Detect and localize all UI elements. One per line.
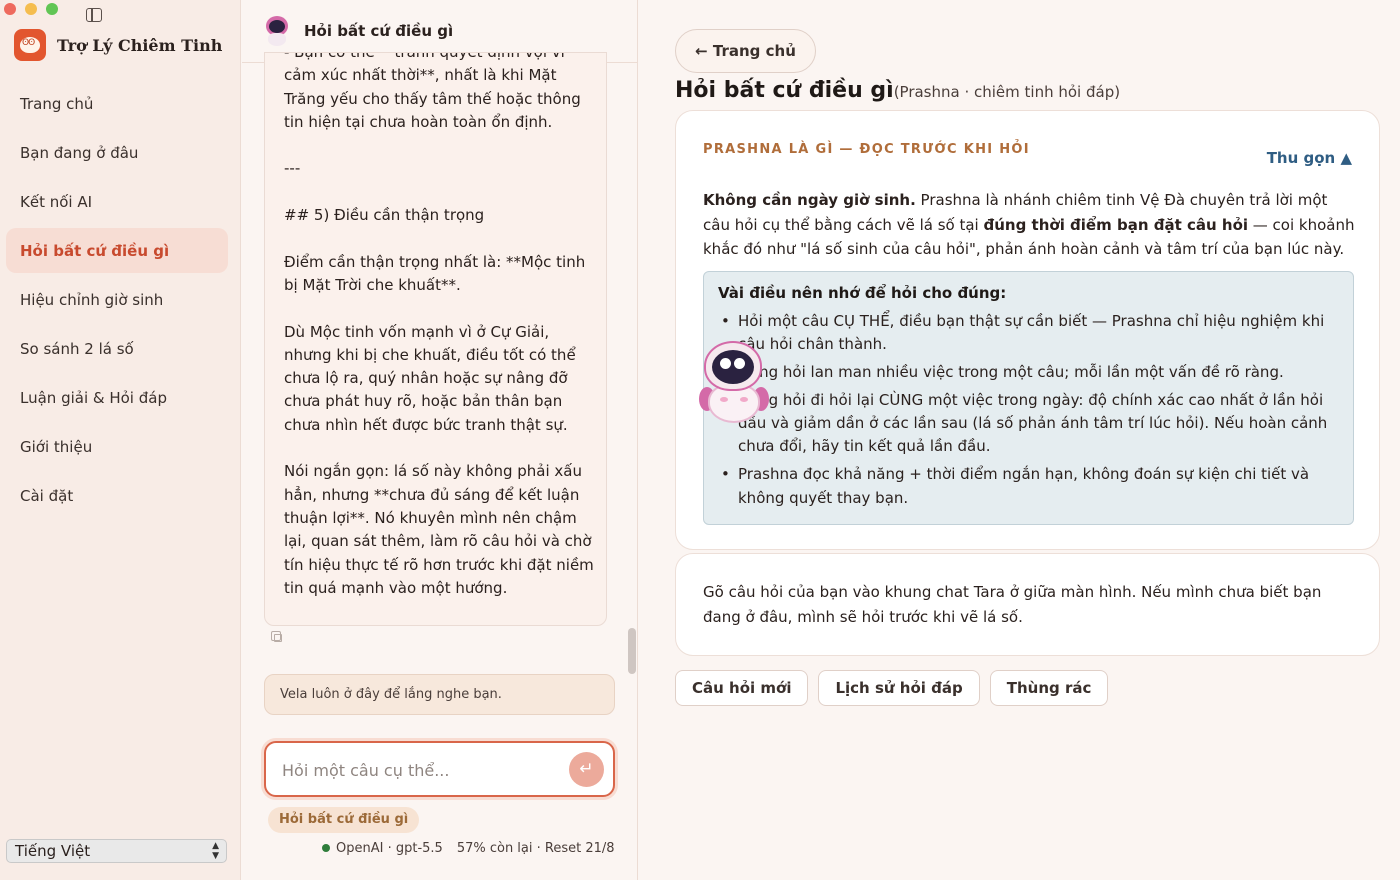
- sidebar-item-birth-time-rectification[interactable]: Hiệu chỉnh giờ sinh: [6, 277, 228, 322]
- hint-text: Gõ câu hỏi của bạn vào khung chat Tara ở…: [703, 583, 1322, 626]
- updown-chevron-icon: ▲ ▼: [212, 841, 219, 861]
- copy-icon[interactable]: [271, 631, 282, 642]
- tips-title: Vài điều nên nhớ để hỏi cho đúng:: [718, 284, 1007, 302]
- list-item: Đừng hỏi đi hỏi lại CÙNG một việc trong …: [718, 389, 1338, 459]
- sidebar-item-connect-ai[interactable]: Kết nối AI: [6, 179, 228, 224]
- new-question-button[interactable]: Câu hỏi mới: [675, 670, 809, 706]
- chat-title: Hỏi bất cứ điều gì: [304, 22, 454, 40]
- language-value: Tiếng Việt: [15, 842, 91, 860]
- tips-list: Hỏi một câu CỤ THỂ, điều bạn thật sự cần…: [718, 310, 1338, 514]
- floating-mascot-icon[interactable]: [698, 335, 770, 427]
- qa-history-button[interactable]: Lịch sử hỏi đáp: [818, 670, 980, 706]
- page-title-text: Hỏi bất cứ điều gì: [675, 78, 894, 103]
- page-title: Hỏi bất cứ điều gì (Prashna · chiêm tinh…: [675, 78, 1120, 103]
- page-subtitle: (Prashna · chiêm tinh hỏi đáp): [893, 83, 1121, 101]
- list-item: Prashna đọc khả năng + thời điểm ngắn hạ…: [718, 463, 1338, 510]
- intro-text: Không cần ngày giờ sinh. Prashna là nhán…: [703, 191, 1355, 258]
- owl-logo-icon: [14, 29, 46, 61]
- assistant-message-text: - Bạn có thể **tránh quyết định vội vì c…: [284, 52, 594, 597]
- main-pane: ← Trang chủ Hỏi bất cứ điều gì (Prashna …: [639, 0, 1400, 880]
- minimize-window-button[interactable]: [25, 3, 37, 15]
- online-dot-icon: [322, 844, 330, 852]
- quota-info: 57% còn lại · Reset 21/8: [456, 841, 615, 856]
- prashna-info-card: PRASHNA LÀ GÌ — ĐỌC TRƯỚC KHI HỎI Thu gọ…: [675, 110, 1380, 550]
- mascot-avatar-icon: [264, 16, 290, 46]
- sidebar-nav: Trang chủ Bạn đang ở đâu Kết nối AI Hỏi …: [6, 81, 228, 522]
- hint-card: Gõ câu hỏi của bạn vào khung chat Tara ở…: [675, 553, 1380, 656]
- chat-input[interactable]: [282, 757, 562, 783]
- zoom-window-button[interactable]: [46, 3, 58, 15]
- model-info: OpenAI · gpt-5.5: [322, 841, 443, 856]
- sidebar-item-about[interactable]: Giới thiệu: [6, 424, 228, 469]
- trash-button[interactable]: Thùng rác: [989, 670, 1109, 706]
- assistant-message: - Bạn có thể **tránh quyết định vội vì c…: [264, 52, 607, 626]
- return-arrow-icon: ↵: [579, 759, 594, 779]
- model-status: OpenAI · gpt-5.5 57% còn lại · Reset 21/…: [322, 841, 615, 856]
- sidebar-item-settings[interactable]: Cài đặt: [6, 473, 228, 518]
- chat-input-box: ↵: [264, 741, 615, 797]
- action-bar: Câu hỏi mới Lịch sử hỏi đáp Thùng rác: [675, 670, 1109, 706]
- status-note: Vela luôn ở đây để lắng nghe bạn.: [264, 674, 615, 715]
- sidebar-toggle-icon[interactable]: [86, 8, 102, 22]
- back-home-button[interactable]: ← Trang chủ: [675, 29, 816, 73]
- card-label: PRASHNA LÀ GÌ — ĐỌC TRƯỚC KHI HỎI: [703, 142, 1030, 157]
- sidebar: Trợ Lý Chiêm Tinh Trang chủ Bạn đang ở đ…: [0, 0, 241, 880]
- app-name: Trợ Lý Chiêm Tinh: [57, 35, 223, 55]
- collapse-button[interactable]: Thu gọn ▲: [1267, 149, 1352, 167]
- close-window-button[interactable]: [4, 3, 16, 15]
- brand: Trợ Lý Chiêm Tinh: [14, 29, 222, 61]
- sidebar-item-ask-anything[interactable]: Hỏi bất cứ điều gì: [6, 228, 228, 273]
- send-button[interactable]: ↵: [569, 752, 604, 787]
- sidebar-item-home[interactable]: Trang chủ: [6, 81, 228, 126]
- list-item: Đừng hỏi lan man nhiều việc trong một câ…: [718, 361, 1338, 385]
- tips-box: Vài điều nên nhớ để hỏi cho đúng: Hỏi mộ…: [703, 271, 1354, 525]
- window-controls: [4, 3, 58, 15]
- mode-tag[interactable]: Hỏi bất cứ điều gì: [268, 807, 420, 833]
- list-item: Hỏi một câu CỤ THỂ, điều bạn thật sự cần…: [718, 310, 1338, 357]
- language-select[interactable]: Tiếng Việt ▲ ▼: [6, 839, 227, 863]
- model-name: OpenAI · gpt-5.5: [336, 841, 443, 856]
- sidebar-item-compare-charts[interactable]: So sánh 2 lá số: [6, 326, 228, 371]
- chat-scrollbar[interactable]: [628, 628, 636, 674]
- chat-panel: Hỏi bất cứ điều gì - Bạn có thể **tránh …: [242, 0, 638, 880]
- sidebar-item-location[interactable]: Bạn đang ở đâu: [6, 130, 228, 175]
- sidebar-item-reading-qa[interactable]: Luận giải & Hỏi đáp: [6, 375, 228, 420]
